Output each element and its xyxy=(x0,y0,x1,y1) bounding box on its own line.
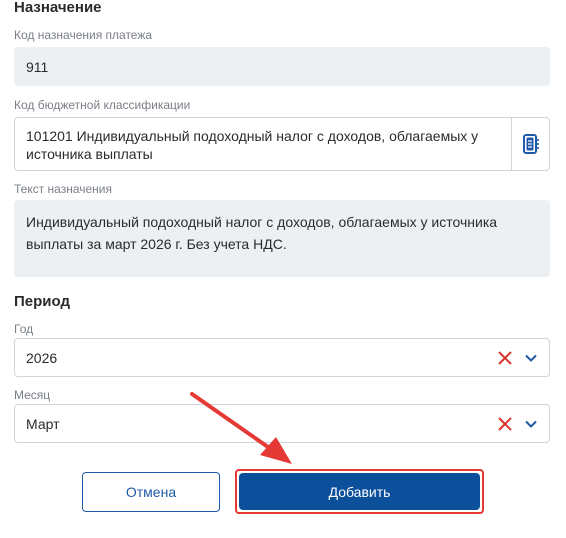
chevron-down-icon xyxy=(525,420,537,428)
year-dropdown-button[interactable] xyxy=(521,348,541,368)
budget-code-input[interactable]: 101201 Индивидуальный подоходный налог с… xyxy=(14,117,550,171)
year-label: Год xyxy=(14,322,34,336)
year-clear-button[interactable] xyxy=(495,348,515,368)
year-value: 2026 xyxy=(26,350,58,366)
book-icon xyxy=(522,134,539,154)
chevron-down-icon xyxy=(525,354,537,362)
month-clear-button[interactable] xyxy=(495,414,515,434)
month-value: Март xyxy=(26,416,60,432)
add-button[interactable]: Добавить xyxy=(239,473,480,510)
budget-code-label: Код бюджетной классификации xyxy=(14,98,191,112)
arrow-icon xyxy=(190,392,292,464)
budget-code-value: 101201 Индивидуальный подоходный налог с… xyxy=(26,128,479,162)
payment-code-field: 911 xyxy=(14,47,550,86)
purpose-text-value: Индивидуальный подоходный налог с доходо… xyxy=(26,214,498,252)
cancel-button[interactable]: Отмена xyxy=(82,472,220,512)
payment-code-label: Код назначения платежа xyxy=(14,28,153,42)
payment-code-value: 911 xyxy=(26,59,49,75)
year-select[interactable]: 2026 xyxy=(14,338,550,377)
add-button-label: Добавить xyxy=(328,483,391,500)
section-title-period: Период xyxy=(14,293,70,310)
purpose-text-label: Текст назначения xyxy=(14,182,113,196)
catalog-button[interactable] xyxy=(512,118,549,170)
month-label: Месяц xyxy=(14,388,51,402)
section-title-purpose: Назначение xyxy=(14,0,102,16)
month-dropdown-button[interactable] xyxy=(521,414,541,434)
close-icon xyxy=(498,417,512,431)
cancel-button-label: Отмена xyxy=(125,484,177,500)
purpose-text-field: Индивидуальный подоходный налог с доходо… xyxy=(14,200,550,277)
close-icon xyxy=(498,351,512,365)
add-button-highlight: Добавить xyxy=(235,469,484,514)
